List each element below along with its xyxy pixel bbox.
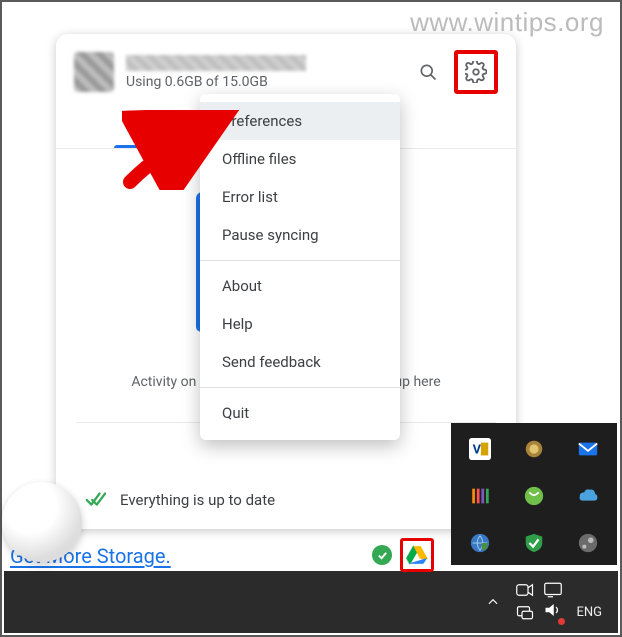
svg-text:V: V	[473, 442, 482, 457]
settings-button[interactable]	[460, 56, 492, 88]
sync-status-text: Everything is up to date	[120, 491, 275, 509]
menu-item-offline-files[interactable]: Offline files	[200, 140, 400, 178]
vnc-icon: V	[469, 438, 491, 460]
cast-icon[interactable]	[544, 582, 562, 598]
shield-check-icon	[523, 532, 545, 554]
sync-status-row: Everything is up to date	[56, 471, 516, 529]
tray-item-mail[interactable]	[561, 425, 615, 472]
settings-highlight-box	[454, 50, 498, 94]
tray-item-defender[interactable]	[507, 519, 561, 566]
system-tray-overflow: V	[451, 423, 617, 565]
popup-header: Using 0.6GB of 15.0GB	[56, 34, 516, 100]
tray-item-vnc[interactable]: V	[453, 425, 507, 472]
shield-globe-icon	[469, 532, 491, 554]
chevron-up-icon[interactable]	[486, 595, 500, 609]
storage-usage-text: Using 0.6GB of 15.0GB	[126, 74, 398, 90]
globe-icon	[523, 485, 545, 507]
steam-icon	[577, 532, 599, 554]
menu-item-about[interactable]: About	[200, 267, 400, 305]
tray-item-app2[interactable]	[507, 425, 561, 472]
search-icon	[418, 62, 438, 82]
lines-icon	[469, 485, 491, 507]
app-icon	[523, 438, 545, 460]
check-icon	[377, 550, 388, 561]
google-drive-icon[interactable]	[406, 545, 428, 565]
settings-menu: Preferences Offline files Error list Pau…	[200, 94, 400, 440]
menu-item-send-feedback[interactable]: Send feedback	[200, 343, 400, 381]
gear-icon	[465, 61, 487, 83]
tray-item-app6[interactable]	[561, 472, 615, 519]
menu-item-pause-syncing[interactable]: Pause syncing	[200, 216, 400, 254]
tray-mini-strip	[372, 542, 434, 568]
tray-item-app4[interactable]	[453, 472, 507, 519]
avatar[interactable]	[74, 52, 114, 92]
tray-item-app5[interactable]	[507, 472, 561, 519]
menu-item-error-list[interactable]: Error list	[200, 178, 400, 216]
check-icon	[84, 489, 106, 511]
meet-now-icon[interactable]	[516, 583, 534, 597]
volume-icon	[544, 602, 562, 618]
user-name-blurred	[126, 55, 306, 71]
taskbar-right: ENG	[486, 577, 606, 627]
user-info: Using 0.6GB of 15.0GB	[126, 55, 398, 90]
search-button[interactable]	[410, 54, 446, 90]
cloud-icon	[577, 485, 599, 507]
menu-item-quit[interactable]: Quit	[200, 394, 400, 432]
menu-item-preferences[interactable]: Preferences	[200, 102, 400, 140]
tray-item-steam[interactable]	[561, 519, 615, 566]
network-icon[interactable]	[516, 604, 534, 620]
drive-tray-highlight-box	[400, 538, 434, 572]
volume-button[interactable]	[544, 602, 562, 622]
tray-status-ok[interactable]	[372, 545, 392, 565]
menu-item-help[interactable]: Help	[200, 305, 400, 343]
taskbar: ENG	[4, 571, 618, 633]
language-indicator[interactable]: ENG	[576, 605, 602, 620]
mail-icon	[577, 438, 599, 460]
tray-item-security[interactable]	[453, 519, 507, 566]
decorative-bubble	[2, 482, 82, 562]
